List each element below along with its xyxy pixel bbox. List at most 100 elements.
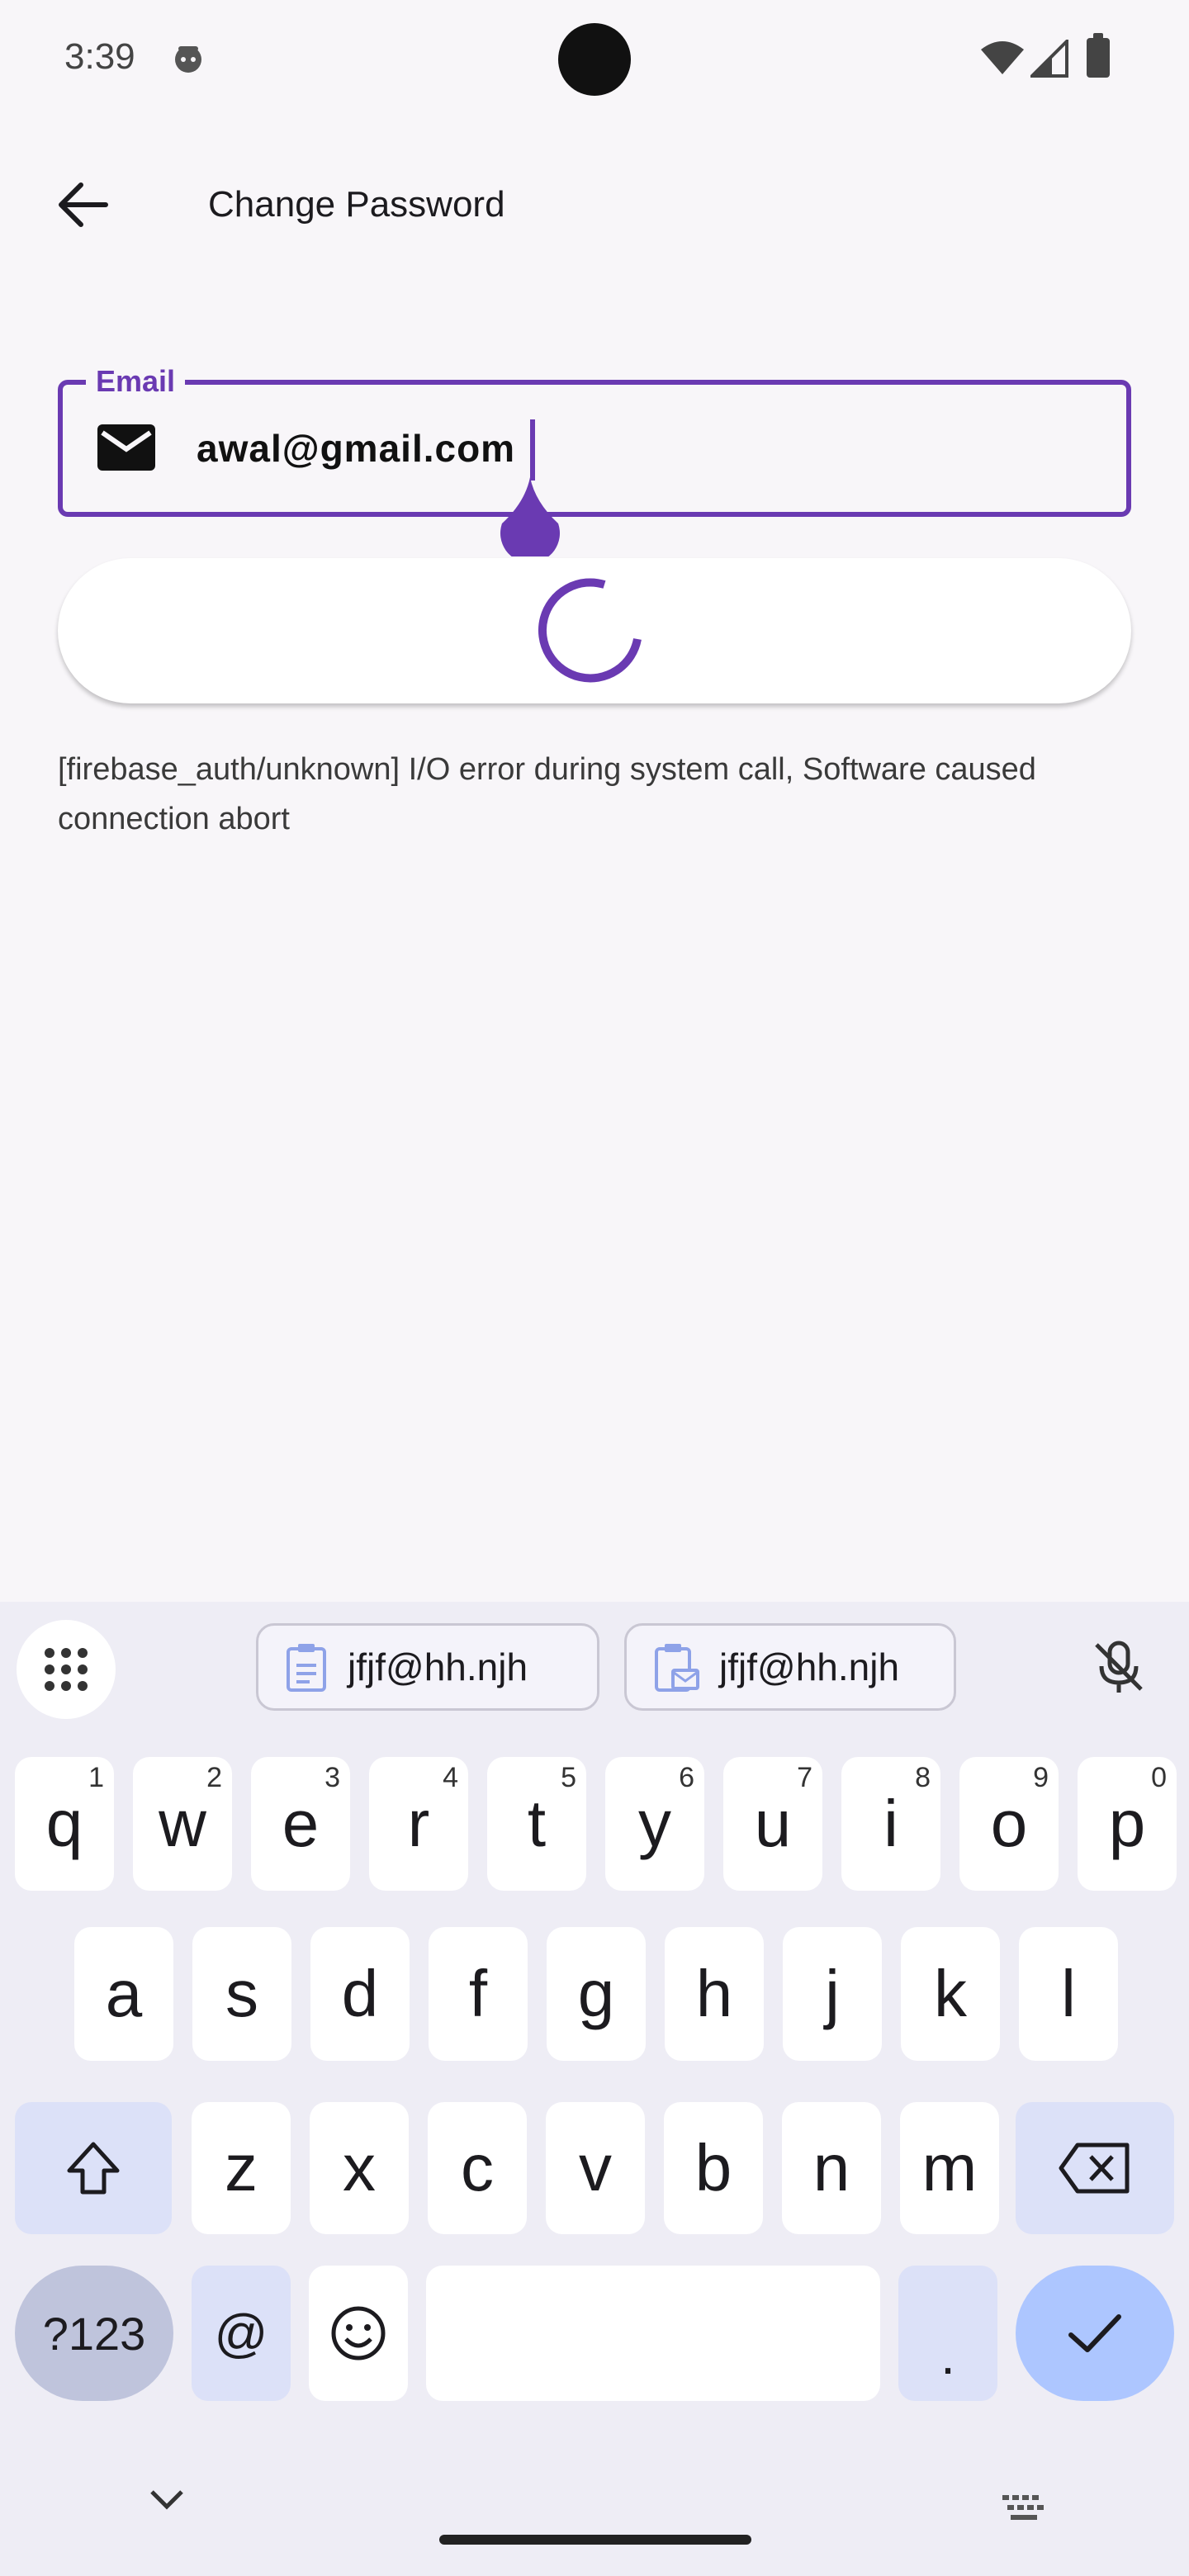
key-q[interactable]: q1: [15, 1757, 114, 1891]
check-icon: [1068, 2314, 1121, 2352]
key-label: m: [921, 2131, 978, 2204]
key-number-hint: 8: [915, 1762, 931, 1793]
key-z[interactable]: z: [192, 2102, 291, 2234]
key-t[interactable]: t5: [487, 1757, 586, 1891]
key-label: a: [105, 1957, 143, 2030]
key-number-hint: 2: [206, 1762, 222, 1793]
key-label: f: [468, 1957, 488, 2030]
mail-icon: [97, 424, 155, 471]
key-label: w: [159, 1787, 206, 1860]
key-number-hint: 0: [1151, 1762, 1167, 1793]
cell-signal-icon: [1030, 40, 1068, 78]
key-p[interactable]: p0: [1078, 1757, 1177, 1891]
space-key[interactable]: [426, 2266, 880, 2401]
email-field-label: Email: [86, 363, 186, 400]
key-label: d: [341, 1957, 379, 2030]
key-o[interactable]: o9: [959, 1757, 1059, 1891]
key-label: p: [1108, 1787, 1146, 1860]
key-label: e: [282, 1787, 320, 1860]
key-s[interactable]: s: [192, 1927, 291, 2061]
key-label: x: [343, 2131, 376, 2204]
key-number-hint: 5: [561, 1762, 576, 1793]
key-number-hint: 9: [1033, 1762, 1049, 1793]
keyboard-menu-button[interactable]: [17, 1620, 116, 1719]
backspace-key[interactable]: [1016, 2102, 1174, 2234]
shift-key[interactable]: [15, 2102, 172, 2234]
key-b[interactable]: b: [664, 2102, 763, 2234]
key-number-hint: 3: [324, 1762, 340, 1793]
hide-keyboard-chevron-icon[interactable]: [149, 2488, 185, 2512]
clipboard-mail-icon: [655, 1644, 699, 1692]
error-message: [firebase_auth/unknown] I/O error during…: [58, 752, 1036, 836]
key-label: n: [812, 2131, 850, 2204]
clipboard-suggestion[interactable]: jfjf@hh.njh: [256, 1623, 599, 1711]
key-number-hint: 6: [679, 1762, 694, 1793]
notification-face-icon: [175, 46, 201, 73]
key-a[interactable]: a: [74, 1927, 173, 2061]
key-n[interactable]: n: [782, 2102, 881, 2234]
done-key[interactable]: [1016, 2266, 1174, 2401]
key-y[interactable]: y6: [605, 1757, 704, 1891]
mic-off-icon[interactable]: [1090, 1638, 1148, 1696]
wifi-icon: [981, 41, 1024, 74]
key-c[interactable]: c: [428, 2102, 527, 2234]
arrow-back-icon: [59, 182, 108, 227]
key-label: b: [694, 2131, 732, 2204]
key-g[interactable]: g: [547, 1927, 646, 2061]
key-label: c: [461, 2131, 494, 2204]
key-i[interactable]: i8: [841, 1757, 940, 1891]
text-cursor: [530, 419, 535, 481]
key-label: q: [45, 1787, 83, 1860]
key-label: k: [934, 1957, 967, 2030]
key-label: o: [990, 1787, 1028, 1860]
key-v[interactable]: v: [546, 2102, 645, 2234]
key-w[interactable]: w2: [133, 1757, 232, 1891]
shift-icon: [67, 2142, 120, 2195]
page-title: Change Password: [208, 184, 505, 225]
backspace-icon: [1059, 2143, 1130, 2194]
key-label: u: [754, 1787, 792, 1860]
key-label: t: [527, 1787, 547, 1860]
key-number-hint: 1: [88, 1762, 104, 1793]
key-e[interactable]: e3: [251, 1757, 350, 1891]
back-button[interactable]: [50, 172, 116, 238]
key-r[interactable]: r4: [369, 1757, 468, 1891]
key-label: z: [225, 2131, 258, 2204]
soft-keyboard: [0, 1602, 1189, 2576]
key-label: y: [638, 1787, 671, 1860]
key-number-hint: 7: [797, 1762, 812, 1793]
symbols-key[interactable]: ?123: [15, 2266, 173, 2401]
key-label: i: [883, 1787, 898, 1860]
key-m[interactable]: m: [900, 2102, 999, 2234]
emoji-icon: [331, 2306, 386, 2361]
clipboard-icon: [287, 1644, 326, 1692]
key-label: l: [1061, 1957, 1076, 2030]
status-time: 3:39: [64, 36, 135, 77]
key-j[interactable]: j: [783, 1927, 882, 2061]
key-label: v: [579, 2131, 612, 2204]
key-f[interactable]: f: [429, 1927, 528, 2061]
key-label: j: [825, 1957, 840, 2030]
grid-icon: [45, 1648, 88, 1691]
suggestion-text: jfjf@hh.njh: [348, 1646, 528, 1688]
at-key[interactable]: @: [192, 2266, 291, 2401]
key-number-hint: 4: [443, 1762, 458, 1793]
email-input-value[interactable]: awal@gmail.com: [197, 423, 515, 474]
key-label: r: [407, 1787, 430, 1860]
period-key[interactable]: .: [898, 2266, 997, 2401]
battery-icon: [1087, 33, 1110, 78]
front-camera: [558, 23, 631, 96]
key-k[interactable]: k: [901, 1927, 1000, 2061]
key-x[interactable]: x: [310, 2102, 409, 2234]
clipboard-email-suggestion[interactable]: jfjf@hh.njh: [624, 1623, 956, 1711]
key-h[interactable]: h: [665, 1927, 764, 2061]
key-d[interactable]: d: [310, 1927, 410, 2061]
keyboard-switch-icon[interactable]: [1001, 2493, 1047, 2523]
key-label: s: [225, 1957, 258, 2030]
key-l[interactable]: l: [1019, 1927, 1118, 2061]
cursor-handle[interactable]: [499, 477, 561, 556]
emoji-key[interactable]: [309, 2266, 408, 2401]
home-indicator[interactable]: [439, 2535, 751, 2545]
key-label: g: [577, 1957, 615, 2030]
key-u[interactable]: u7: [723, 1757, 822, 1891]
